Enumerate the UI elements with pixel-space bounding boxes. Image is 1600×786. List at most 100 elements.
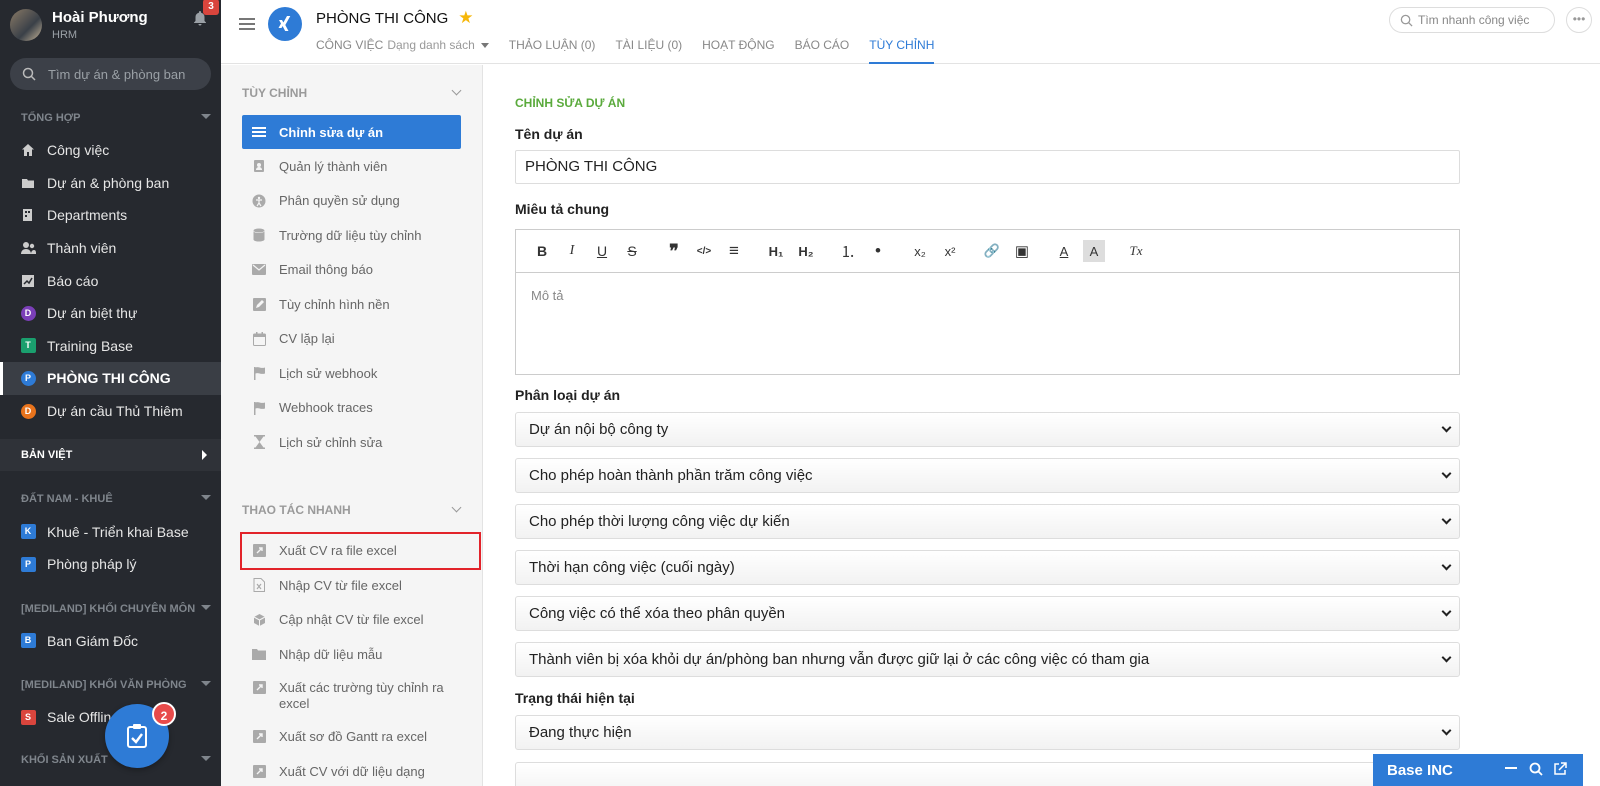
star-icon[interactable]: ★ [458,8,473,28]
panel-section-thao-tac[interactable]: THAO TÁC NHANH [221,494,482,526]
clear-format-icon[interactable]: Tx [1125,240,1147,262]
panel-item-lich-su-chinh-sua[interactable]: Lịch sử chỉnh sửa [221,425,482,460]
tab-tuy-chinh[interactable]: TÙY CHỈNH [869,38,935,64]
select-thanh-vien-bi-xoa[interactable]: Thành viên bị xóa khỏi dự án/phòng ban n… [515,642,1460,677]
search-icon[interactable] [1529,762,1543,776]
chevron-down-icon [451,502,462,512]
panel-item-hinh-nen[interactable]: Tùy chỉnh hình nền [221,287,482,322]
tab-cong-viec[interactable]: CÔNG VIỆC Dạng danh sách [316,38,489,64]
tab-bao-cao[interactable]: BÁO CÁO [795,38,850,64]
image-icon[interactable]: ▣ [1011,240,1033,262]
panel-item-phan-quyen[interactable]: Phân quyền sử dụng [221,184,482,219]
accessibility-icon [252,194,266,208]
bold-icon[interactable]: B [531,240,553,262]
code-icon[interactable]: </> [693,240,715,262]
sidebar-search[interactable]: Tìm dự án & phòng ban [10,58,211,90]
quick-search-input[interactable]: Tìm nhanh công việc [1389,7,1555,33]
select-xoa-cong-viec[interactable]: Công việc có thể xóa theo phân quyền [515,596,1460,631]
select-loai-du-an[interactable]: Dự án nội bộ công ty [515,412,1460,447]
sidebar-item-du-an-cau[interactable]: D Dự án cầu Thủ Thiêm [0,395,221,428]
sidebar-item-label: Báo cáo [47,272,99,289]
h2-icon[interactable]: H₂ [795,240,817,262]
sidebar-item-du-an-biet-thu[interactable]: D Dự án biệt thự [0,297,221,330]
section-chuyen-mon[interactable]: [MEDILAND] KHỐI CHUYÊN MÔN [0,593,221,625]
panel-item-quan-ly[interactable]: Quản lý thành viên [221,149,482,184]
edit-project-form: CHỈNH SỬA DỰ ÁN Tên dự án PHÒNG THI CÔNG… [484,65,1600,786]
project-letter-icon: D [20,305,36,321]
panel-item-xuat-truong[interactable]: Xuất các trường tùy chỉnh ra excel [221,672,482,720]
menu-icon[interactable] [239,17,255,31]
more-options-button[interactable]: ••• [1566,7,1592,33]
panel-item-email[interactable]: Email thông báo [221,253,482,288]
chevron-down-icon [1441,606,1452,617]
subscript-icon[interactable]: x₂ [909,240,931,262]
section-van-phong[interactable]: [MEDILAND] KHỐI VĂN PHÒNG [0,669,221,701]
select-value: Dự án nội bộ công ty [529,421,669,438]
sidebar-item-departments[interactable]: Departments [0,199,221,232]
underline-icon[interactable]: U [591,240,613,262]
section-tong-hop[interactable]: TỔNG HỢP [0,102,221,134]
select-next[interactable] [515,762,1460,786]
panel-item-cap-nhat-cv[interactable]: Cập nhật CV từ file excel [221,603,482,638]
panel-item-xuat-cv-du-lieu[interactable]: Xuất CV với dữ liệu dạng [221,754,482,786]
font-color-icon[interactable]: A [1053,240,1075,262]
tab-hoat-dong[interactable]: HOẠT ĐỘNG [702,38,774,64]
description-editor[interactable]: B I U S ❞ </> ≡ H₁ H₂ ⒈ • x₂ x² 🔗 ▣ A A … [515,229,1460,375]
sidebar-item-label: PHÒNG THI CÔNG [47,370,171,387]
quote-icon[interactable]: ❞ [663,240,685,262]
avatar[interactable] [10,9,42,41]
panel-item-label: Chỉnh sửa dự án [279,124,384,140]
project-name-input[interactable]: PHÒNG THI CÔNG [515,150,1460,184]
calendar-icon [252,331,266,346]
section-dat-nam[interactable]: ĐẤT NAM - KHUÊ [0,483,221,515]
select-thoi-luong[interactable]: Cho phép thời lượng công việc dự kiến [515,504,1460,539]
flag-icon [252,401,266,415]
highlight-icon[interactable]: A [1083,240,1105,262]
panel-item-lich-su-webhook[interactable]: Lịch sử webhook [221,356,482,391]
sidebar-item-bao-cao[interactable]: Báo cáo [0,264,221,297]
panel-item-webhook-traces[interactable]: Webhook traces [221,391,482,426]
search-icon [22,67,36,81]
tab-thao-luan[interactable]: THẢO LUẬN (0) [509,38,596,64]
italic-icon[interactable]: I [561,240,583,262]
panel-item-nhap-cv-excel[interactable]: Nhập CV từ file excel [221,568,482,603]
select-value: Cho phép thời lượng công việc dự kiến [529,513,790,530]
section-ban-viet[interactable]: BẢN VIỆT [0,439,221,472]
select-trang-thai[interactable]: Đang thực hiện [515,715,1460,750]
superscript-icon[interactable]: x² [939,240,961,262]
select-phan-tram[interactable]: Cho phép hoàn thành phần trăm công việc [515,458,1460,493]
bullet-list-icon[interactable]: • [867,240,889,262]
minimize-icon[interactable] [1505,762,1517,774]
project-letter-icon: P [20,370,36,386]
chat-widget[interactable]: Base INC [1373,754,1583,786]
project-logo [268,7,302,41]
panel-item-nhap-du-lieu-mau[interactable]: Nhập dữ liệu mẫu [221,637,482,672]
select-value: Công việc có thể xóa theo phân quyền [529,605,786,622]
sidebar-item-phong-phap-ly[interactable]: P Phòng pháp lý [0,548,221,581]
tab-tai-lieu[interactable]: TÀI LIỆU (0) [615,38,682,64]
link-icon[interactable]: 🔗 [981,240,1003,262]
panel-item-cv-lap-lai[interactable]: CV lặp lại [221,322,482,357]
sidebar-item-du-an[interactable]: Dự án & phòng ban [0,167,221,200]
external-link-icon[interactable] [1553,762,1567,776]
strike-icon[interactable]: S [621,240,643,262]
sidebar-item-training-base[interactable]: T Training Base [0,330,221,363]
user-profile[interactable]: Hoài Phương HRM 3 [0,0,221,50]
sidebar-item-khue[interactable]: K Khuê - Triển khai Base [0,515,221,548]
project-letter-icon: S [20,709,36,725]
chevron-down-icon [1441,560,1452,571]
ordered-list-icon[interactable]: ⒈ [837,240,859,262]
sidebar-item-ban-giam-doc[interactable]: B Ban Giám Đốc [0,625,221,658]
panel-item-xuat-gantt[interactable]: Xuất sơ đồ Gantt ra excel [221,720,482,755]
sidebar-item-cong-viec[interactable]: Công việc [0,134,221,167]
project-letter-icon: K [20,524,36,540]
h1-icon[interactable]: H₁ [765,240,787,262]
panel-section-tuy-chinh[interactable]: TÙY CHỈNH [221,77,482,109]
panel-item-truong-du-lieu[interactable]: Trường dữ liệu tùy chỉnh [221,218,482,253]
sidebar-item-phong-thi-cong[interactable]: P PHÒNG THI CÔNG [0,362,221,395]
align-icon[interactable]: ≡ [723,240,745,262]
select-thoi-han[interactable]: Thời hạn công việc (cuối ngày) [515,550,1460,585]
panel-item-xuat-cv-excel[interactable]: Xuất CV ra file excel [240,531,481,570]
sidebar-item-thanh-vien[interactable]: Thành viên [0,232,221,265]
panel-item-chinh-sua[interactable]: Chỉnh sửa dự án [242,115,461,149]
